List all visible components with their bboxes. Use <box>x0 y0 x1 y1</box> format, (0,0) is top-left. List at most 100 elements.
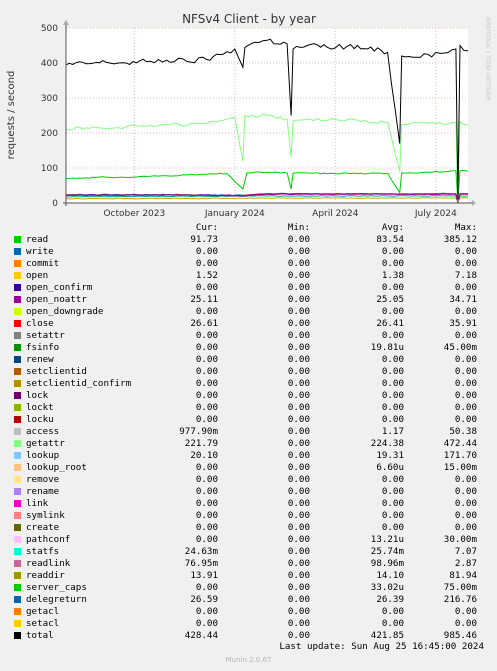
legend-max-value: 0.00 <box>454 258 477 269</box>
legend-label: server_caps <box>26 582 87 593</box>
legend-max-value: 0.00 <box>454 378 477 389</box>
legend-min-value: 0.00 <box>287 618 310 629</box>
legend-avg-value: 0.00 <box>381 378 404 389</box>
legend-avg-value: 0.00 <box>381 306 404 317</box>
legend-cur-value: 0.00 <box>195 522 218 533</box>
legend-swatch <box>14 608 21 615</box>
legend-label: symlink <box>26 510 65 521</box>
legend-cur-value: 24.63m <box>184 546 218 557</box>
legend-cur-value: 0.00 <box>195 486 218 497</box>
col-header-max: Max: <box>454 222 477 233</box>
legend-max-value: 0.00 <box>454 246 477 257</box>
legend-max-value: 75.00m <box>443 582 477 593</box>
legend-avg-value: 0.00 <box>381 606 404 617</box>
chart-title: NFSv4 Client - by year <box>182 12 316 26</box>
legend-label: delegreturn <box>26 594 87 605</box>
legend-max-value: 0.00 <box>454 306 477 317</box>
x-tick-label: July 2024 <box>414 209 457 219</box>
legend-min-value: 0.00 <box>287 546 310 557</box>
legend-label: link <box>26 498 49 509</box>
legend-max-value: 35.91 <box>449 318 477 329</box>
legend-avg-value: 421.85 <box>370 630 404 641</box>
legend-min-value: 0.00 <box>287 558 310 569</box>
legend-max-value: 985.46 <box>443 630 477 641</box>
legend-min-value: 0.00 <box>287 438 310 449</box>
legend-label: remove <box>26 474 60 485</box>
legend-max-value: 171.70 <box>443 450 477 461</box>
col-header-min: Min: <box>287 222 310 233</box>
legend-label: write <box>26 246 54 257</box>
legend-avg-value: 0.00 <box>381 498 404 509</box>
legend-swatch <box>14 428 21 435</box>
x-tick-label: April 2024 <box>312 209 359 219</box>
legend-avg-value: 0.00 <box>381 282 404 293</box>
legend-swatch <box>14 416 21 423</box>
legend-cur-value: 0.00 <box>195 258 218 269</box>
legend-swatch <box>14 344 21 351</box>
legend-avg-value: 0.00 <box>381 510 404 521</box>
legend-swatch <box>14 440 21 447</box>
legend-cur-value: 0.00 <box>195 618 218 629</box>
legend-swatch <box>14 572 21 579</box>
legend-min-value: 0.00 <box>287 414 310 425</box>
legend-cur-value: 428.44 <box>184 630 218 641</box>
legend-avg-value: 19.31 <box>376 450 404 461</box>
legend-cur-value: 0.00 <box>195 378 218 389</box>
x-tick-label: October 2023 <box>103 209 165 219</box>
legend-cur-value: 0.00 <box>195 402 218 413</box>
legend-swatch <box>14 524 21 531</box>
legend-label: setclientid <box>26 366 87 377</box>
legend-max-value: 0.00 <box>454 606 477 617</box>
legend-swatch <box>14 536 21 543</box>
legend-cur-value: 0.00 <box>195 390 218 401</box>
legend-min-value: 0.00 <box>287 462 310 473</box>
legend-swatch <box>14 380 21 387</box>
legend-max-value: 0.00 <box>454 474 477 485</box>
legend-avg-value: 0.00 <box>381 414 404 425</box>
legend-cur-value: 0.00 <box>195 354 218 365</box>
legend-cur-value: 0.00 <box>195 606 218 617</box>
legend-max-value: 0.00 <box>454 522 477 533</box>
legend-min-value: 0.00 <box>287 306 310 317</box>
legend-label: lockt <box>26 402 54 413</box>
legend-swatch <box>14 488 21 495</box>
legend-min-value: 0.00 <box>287 450 310 461</box>
y-axis-label: requests / second <box>6 71 17 160</box>
last-update: Last update: Sun Aug 25 16:45:00 2024 <box>279 641 484 652</box>
legend-min-value: 0.00 <box>287 426 310 437</box>
legend-avg-value: 0.00 <box>381 330 404 341</box>
col-header-cur: Cur: <box>195 222 218 233</box>
legend-label: commit <box>26 258 60 269</box>
legend-max-value: 0.00 <box>454 618 477 629</box>
legend-cur-value: 0.00 <box>195 366 218 377</box>
legend-label: lookup <box>26 450 60 461</box>
legend-min-value: 0.00 <box>287 498 310 509</box>
legend-max-value: 0.00 <box>454 414 477 425</box>
y-tick-label: 0 <box>52 199 58 209</box>
legend-label: open_noattr <box>26 294 87 305</box>
legend-label: open_downgrade <box>26 306 104 317</box>
legend-min-value: 0.00 <box>287 510 310 521</box>
legend-max-value: 45.00m <box>443 342 477 353</box>
legend-min-value: 0.00 <box>287 366 310 377</box>
legend-label: open <box>26 270 49 281</box>
legend-max-value: 34.71 <box>449 294 477 305</box>
legend-max-value: 0.00 <box>454 402 477 413</box>
legend-avg-value: 0.00 <box>381 402 404 413</box>
legend-avg-value: 0.00 <box>381 474 404 485</box>
legend-avg-value: 0.00 <box>381 390 404 401</box>
legend-avg-value: 0.00 <box>381 522 404 533</box>
legend-cur-value: 91.73 <box>190 234 218 245</box>
legend-avg-value: 13.21u <box>370 534 404 545</box>
legend-avg-value: 25.74m <box>370 546 404 557</box>
legend-cur-value: 0.00 <box>195 306 218 317</box>
legend-max-value: 81.94 <box>449 570 477 581</box>
legend-label: locku <box>26 414 54 425</box>
legend-label: open_confirm <box>26 282 93 293</box>
legend-avg-value: 0.00 <box>381 354 404 365</box>
legend-avg-value: 26.41 <box>376 318 404 329</box>
legend-cur-value: 0.00 <box>195 414 218 425</box>
legend-swatch <box>14 392 21 399</box>
legend-min-value: 0.00 <box>287 582 310 593</box>
y-tick-label: 400 <box>41 59 58 69</box>
